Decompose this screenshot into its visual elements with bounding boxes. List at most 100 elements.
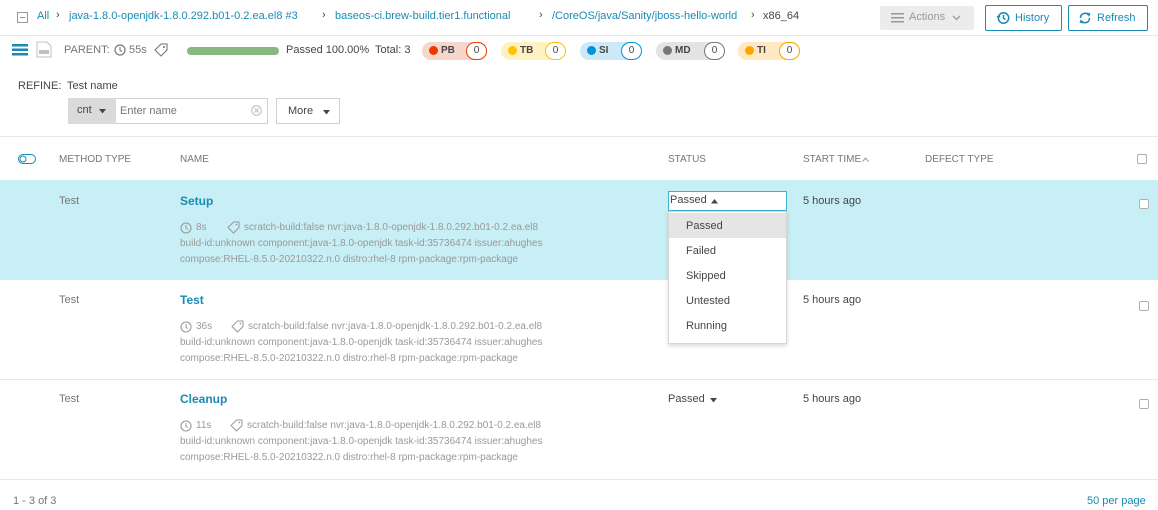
condition-dropdown[interactable]: cnt <box>68 98 116 124</box>
item-attributes: compose:RHEL-8.5.0-20210322.n.0 distro:r… <box>180 353 518 364</box>
menu-lines-icon <box>891 13 904 23</box>
passed-progress-bar <box>187 47 279 55</box>
start-time: 5 hours ago <box>803 195 862 207</box>
option-label: Passed <box>686 220 723 232</box>
md-dot-icon <box>663 46 672 55</box>
method-type: Test <box>59 195 80 207</box>
row-checkbox[interactable] <box>1139 301 1149 311</box>
defect-badge-pb[interactable]: PB 0 <box>422 42 487 60</box>
more-filters-button[interactable]: More <box>276 98 340 124</box>
status-dropdown[interactable]: Passed <box>668 392 728 408</box>
parent-label: PARENT: <box>64 44 110 56</box>
defect-count: 0 <box>545 42 566 60</box>
defect-badge-ti[interactable]: TI 0 <box>738 42 800 60</box>
item-name-link[interactable]: Setup <box>180 194 213 208</box>
status-value: Passed <box>668 393 705 405</box>
toggle-icon[interactable] <box>18 154 36 164</box>
option-label: Failed <box>686 245 716 257</box>
item-attributes: scratch-build:false nvr:java-1.8.0-openj… <box>247 420 542 431</box>
defect-tag: TI <box>757 45 766 56</box>
refresh-button[interactable]: Refresh <box>1068 5 1148 31</box>
defect-badge-tb[interactable]: TB 0 <box>501 42 566 60</box>
column-start-time[interactable]: START TIME <box>803 154 861 165</box>
table-row[interactable]: Test Cleanup 11s scratch-build:false nvr… <box>0 380 1158 480</box>
defect-badge-md[interactable]: MD 0 <box>656 42 725 60</box>
si-dot-icon <box>587 46 596 55</box>
tag-icon <box>227 221 240 234</box>
row-checkbox[interactable] <box>1139 199 1149 209</box>
item-duration: 11s <box>196 420 212 431</box>
item-attributes: compose:RHEL-8.5.0-20210322.n.0 distro:r… <box>180 452 518 463</box>
caret-up-icon <box>711 199 718 204</box>
ti-dot-icon <box>745 46 754 55</box>
chevron-right-icon: › <box>751 9 755 21</box>
actions-button[interactable]: Actions <box>880 6 974 30</box>
item-name-link[interactable]: Test <box>180 293 204 307</box>
clock-icon <box>180 321 192 333</box>
status-option-running[interactable]: Running <box>669 313 786 338</box>
row-checkbox[interactable] <box>1139 399 1149 409</box>
tag-icon <box>154 43 168 57</box>
status-option-skipped[interactable]: Skipped <box>669 263 786 288</box>
column-defect-type[interactable]: DEFECT TYPE <box>925 154 994 165</box>
history-button[interactable]: History <box>985 5 1062 31</box>
total-count: Total: 3 <box>375 44 411 56</box>
table-row[interactable]: Test Setup 8s scratch-build:false nvr:ja… <box>0 180 1158 280</box>
pagination-range: 1 - 3 of 3 <box>13 495 57 507</box>
table-row[interactable]: Test Test 36s scratch-build:false nvr:ja… <box>0 280 1158 380</box>
history-icon <box>996 12 1010 24</box>
defect-tag: SI <box>599 45 609 56</box>
defect-count: 0 <box>466 42 487 60</box>
item-attributes: build-id:unknown component:java-1.8.0-op… <box>180 238 543 249</box>
column-status[interactable]: STATUS <box>668 154 706 165</box>
launch-duration: 55s <box>129 44 147 56</box>
defect-count: 0 <box>621 42 642 60</box>
defect-tag: TB <box>520 45 534 56</box>
more-label: More <box>288 105 314 117</box>
clear-input-icon[interactable] <box>251 105 262 116</box>
defect-badge-si[interactable]: SI 0 <box>580 42 642 60</box>
status-value: Passed <box>670 194 707 206</box>
actions-label: Actions <box>909 11 946 23</box>
item-attributes: build-id:unknown component:java-1.8.0-op… <box>180 337 543 348</box>
breadcrumb-item-launch[interactable]: java-1.8.0-openjdk-1.8.0.292.b01-0.2.ea.… <box>69 10 298 22</box>
tag-icon <box>230 419 243 432</box>
breadcrumb-bar: All › java-1.8.0-openjdk-1.8.0.292.b01-0… <box>0 0 1158 36</box>
status-dropdown-open[interactable]: Passed <box>668 191 787 211</box>
item-duration: 8s <box>196 222 207 233</box>
pb-dot-icon <box>429 46 438 55</box>
refine-label: REFINE: <box>18 80 62 92</box>
collapse-all-checkbox[interactable] <box>17 12 28 23</box>
option-label: Running <box>686 320 727 332</box>
start-time: 5 hours ago <box>803 294 862 306</box>
select-all-checkbox[interactable] <box>1137 154 1147 164</box>
status-option-failed[interactable]: Failed <box>669 238 786 263</box>
log-view-icon[interactable] <box>36 41 52 58</box>
breadcrumb-item-all[interactable]: All <box>37 10 49 22</box>
item-attributes: scratch-build:false nvr:java-1.8.0-openj… <box>244 222 539 233</box>
column-method-type[interactable]: METHOD TYPE <box>59 154 131 165</box>
history-label: History <box>1015 12 1050 24</box>
status-option-untested[interactable]: Untested <box>669 288 786 313</box>
column-name[interactable]: NAME <box>180 154 209 165</box>
breadcrumb-current: x86_64 <box>763 10 800 22</box>
caret-down-icon <box>323 110 330 115</box>
tb-dot-icon <box>508 46 517 55</box>
name-filter-input[interactable] <box>116 98 268 124</box>
defect-count: 0 <box>779 42 800 60</box>
clock-icon <box>114 44 126 56</box>
breadcrumb-item-test[interactable]: /CoreOS/java/Sanity/jboss-hello-world <box>552 10 737 22</box>
item-attributes: scratch-build:false nvr:java-1.8.0-openj… <box>248 321 543 332</box>
caret-down-icon <box>710 398 717 403</box>
tag-icon <box>231 320 244 333</box>
breadcrumb-item-suite[interactable]: baseos-ci.brew-build.tier1.functional <box>335 10 510 22</box>
defect-tag: PB <box>441 45 455 56</box>
list-view-icon[interactable] <box>12 44 28 56</box>
item-name-link[interactable]: Cleanup <box>180 392 227 406</box>
table-header: METHOD TYPE NAME STATUS START TIME DEFEC… <box>0 136 1158 180</box>
defect-tag: MD <box>675 45 691 56</box>
page-size-selector[interactable]: 50 per page <box>1087 495 1146 507</box>
method-type: Test <box>59 294 80 306</box>
filter-name-label: Test name <box>67 80 118 92</box>
status-option-passed[interactable]: Passed <box>669 213 786 238</box>
